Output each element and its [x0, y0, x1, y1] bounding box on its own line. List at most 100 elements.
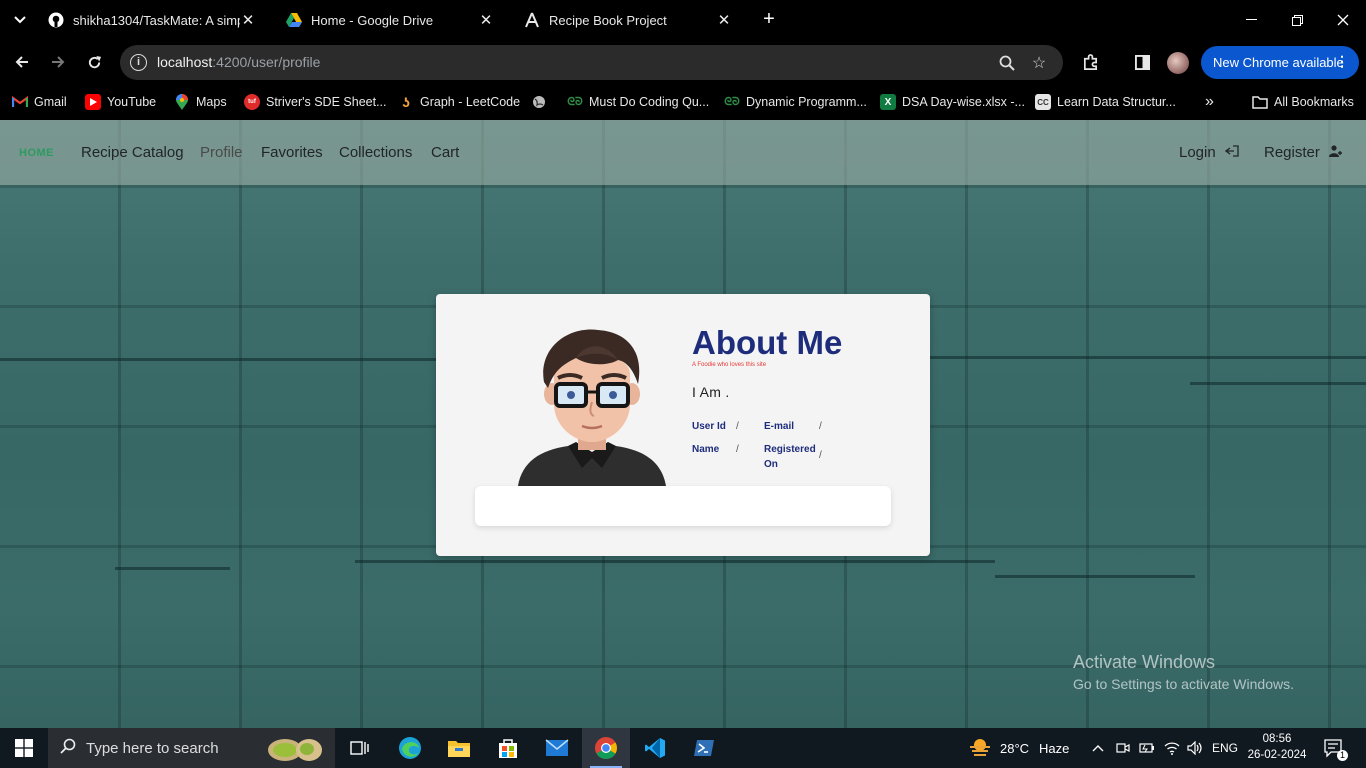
bookmark-gfg-dp[interactable]: ᘓᘐ Dynamic Programm... — [724, 92, 867, 112]
browser-toolbar: i localhost:4200/user/profile ☆ — [0, 40, 1366, 85]
close-tab-icon[interactable]: ✕ — [240, 11, 256, 29]
nav-favorites-link[interactable]: Favorites — [261, 144, 323, 161]
new-tab-icon[interactable]: + — [758, 8, 780, 32]
vscode-icon[interactable] — [631, 728, 679, 768]
bookmark-gfg-must-do[interactable]: ᘓᘐ Must Do Coding Qu... — [567, 92, 709, 112]
clock-time: 08:56 — [1262, 733, 1292, 745]
weather-temp: 28°C — [1000, 740, 1030, 756]
bookmark-dsa-sheet[interactable]: X DSA Day-wise.xlsx -... — [880, 92, 1025, 112]
bookmark-youtube[interactable]: YouTube — [85, 92, 156, 112]
bookmark-leetcode-graph[interactable]: ʖ Graph - LeetCode — [398, 92, 520, 112]
background-plank-line — [995, 575, 1195, 578]
background-plank-line — [115, 567, 230, 570]
nav-cart-link[interactable]: Cart — [431, 144, 459, 161]
geeksforgeeks-icon: ᘓᘐ — [567, 95, 583, 108]
nav-login-link[interactable]: Login — [1179, 144, 1239, 161]
microsoft-store-icon[interactable] — [484, 728, 532, 768]
forward-arrow-icon[interactable] — [44, 48, 72, 76]
site-info-icon[interactable]: i — [130, 54, 147, 71]
activate-windows-subtitle: Go to Settings to activate Windows. — [1073, 676, 1294, 692]
search-icon — [60, 738, 76, 759]
email-label: E-mail — [764, 421, 795, 432]
nav-recipe-catalog-link[interactable]: Recipe Catalog — [81, 144, 184, 161]
show-hidden-icons-chevron-icon[interactable] — [1092, 728, 1104, 768]
edge-browser-icon[interactable] — [386, 728, 434, 768]
mail-icon[interactable] — [533, 728, 581, 768]
name-value: / — [736, 444, 739, 455]
register-label: Register — [1264, 144, 1320, 161]
about-me-tagline: A Foodie who loves this site — [692, 362, 767, 368]
reload-icon[interactable] — [80, 48, 108, 76]
haze-weather-icon — [968, 737, 992, 760]
side-panel-icon[interactable] — [1128, 48, 1156, 76]
weather-widget[interactable]: 28°C Haze — [968, 728, 1069, 768]
bookmark-label: Graph - LeetCode — [420, 95, 521, 109]
bookmark-label: Striver's SDE Sheet... — [266, 95, 387, 109]
profile-details-box — [475, 486, 891, 526]
close-tab-icon[interactable]: ✕ — [716, 11, 732, 29]
bookmark-globe[interactable] — [531, 92, 553, 112]
about-me-heading: About Me — [692, 324, 843, 361]
leetcode-icon: ʖ — [402, 94, 410, 110]
close-window-icon[interactable] — [1320, 0, 1366, 40]
browser-tab-github[interactable]: shikha1304/TaskMate: A simple ✕ — [38, 0, 266, 40]
search-highlight-pistachio-icon — [265, 732, 325, 768]
chrome-icon[interactable] — [582, 728, 630, 768]
background-plank-line — [930, 356, 1366, 359]
profile-avatar[interactable] — [1167, 52, 1189, 74]
nav-collections-link[interactable]: Collections — [339, 144, 412, 161]
bookmark-label: Gmail — [34, 95, 67, 109]
tab-search-icon[interactable] — [8, 8, 32, 32]
meet-now-icon[interactable] — [1116, 728, 1130, 768]
taskbar-search-box[interactable]: Type here to search — [48, 728, 335, 768]
weather-desc: Haze — [1039, 740, 1070, 756]
system-clock[interactable]: 08:56 26-02-2024 — [1238, 731, 1316, 763]
volume-icon[interactable] — [1187, 728, 1203, 768]
bookmark-learn-ds[interactable]: CC Learn Data Structur... — [1035, 92, 1176, 112]
all-bookmarks-folder[interactable]: All Bookmarks — [1252, 92, 1354, 112]
bookmark-maps[interactable]: Maps — [174, 92, 227, 112]
bookmark-striver[interactable]: tuf Striver's SDE Sheet... — [244, 92, 386, 112]
search-placeholder: Type here to search — [86, 739, 219, 757]
folder-icon — [1252, 94, 1268, 110]
browser-tab-recipe-book-active[interactable]: Recipe Book Project ✕ — [514, 0, 742, 40]
tab-title: Home - Google Drive — [311, 12, 434, 28]
registered-label-line2: On — [764, 459, 778, 470]
battery-icon[interactable] — [1139, 728, 1155, 768]
site-navbar: HOME Recipe Catalog Profile Favorites Co… — [0, 120, 1366, 185]
nav-profile-link[interactable]: Profile — [200, 144, 243, 161]
file-explorer-icon[interactable] — [435, 728, 483, 768]
bookmark-label: Maps — [196, 95, 227, 109]
gmail-icon — [12, 94, 28, 110]
browser-tab-google-drive[interactable]: Home - Google Drive ✕ — [276, 0, 504, 40]
close-tab-icon[interactable]: ✕ — [478, 11, 494, 29]
bookmark-star-icon[interactable]: ☆ — [1028, 52, 1050, 74]
notifications-icon[interactable]: 1 — [1323, 728, 1348, 768]
back-arrow-icon[interactable] — [8, 48, 36, 76]
more-menu-icon[interactable]: ⋮ — [1335, 53, 1349, 70]
email-value: / — [819, 421, 822, 432]
minimize-window-icon[interactable] — [1228, 0, 1274, 40]
wifi-icon[interactable] — [1164, 728, 1180, 768]
windows-start-icon[interactable] — [0, 728, 48, 768]
nav-home-link[interactable]: HOME — [19, 147, 54, 159]
zoom-icon[interactable] — [996, 52, 1018, 74]
language-indicator[interactable]: ENG — [1212, 728, 1238, 768]
url-host: localhost — [157, 54, 213, 70]
more-bookmarks-icon[interactable]: » — [1205, 92, 1214, 112]
url-text[interactable]: localhost:4200/user/profile — [157, 54, 320, 70]
clock-date: 26-02-2024 — [1247, 749, 1307, 761]
user-id-value: / — [736, 421, 739, 432]
bookmark-gmail[interactable]: Gmail — [12, 92, 67, 112]
login-icon — [1224, 145, 1239, 160]
address-bar[interactable]: i localhost:4200/user/profile ☆ — [120, 45, 1063, 80]
restore-window-icon[interactable] — [1274, 0, 1320, 40]
tuf-icon: tuf — [244, 94, 260, 110]
powershell-icon[interactable] — [680, 728, 728, 768]
user-id-label: User Id — [692, 421, 726, 432]
youtube-icon — [85, 94, 101, 110]
chrome-update-button[interactable]: New Chrome available ⋮ — [1201, 46, 1359, 79]
nav-register-link[interactable]: Register — [1264, 144, 1343, 161]
task-view-icon[interactable] — [336, 728, 384, 768]
extensions-icon[interactable] — [1076, 48, 1104, 76]
